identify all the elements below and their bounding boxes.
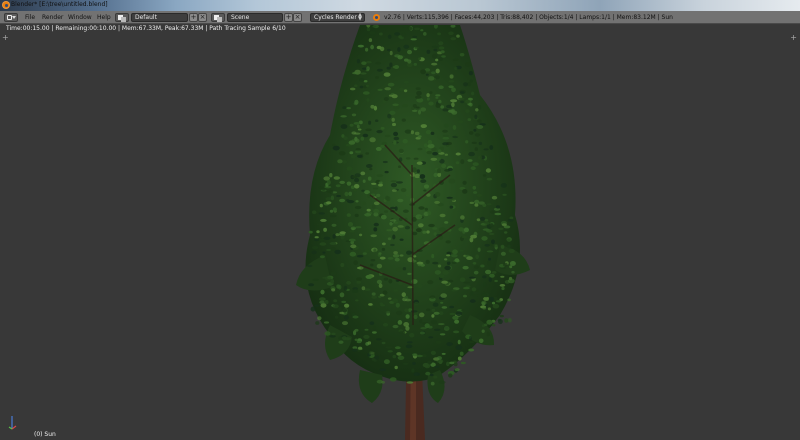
axis-gizmo-icon bbox=[8, 416, 17, 430]
remove-scene-button[interactable]: × bbox=[293, 13, 302, 22]
tree-render bbox=[296, 25, 530, 440]
blender-logo-icon bbox=[373, 14, 380, 21]
render-engine-dropdown[interactable]: Cycles Render ▲ ▼ bbox=[310, 13, 365, 22]
blender-app-icon bbox=[2, 1, 10, 9]
scene-field[interactable]: Scene bbox=[227, 13, 283, 22]
scene-icon[interactable] bbox=[211, 13, 225, 22]
screen-layout-icon[interactable] bbox=[115, 13, 129, 22]
editor-type-button[interactable] bbox=[4, 13, 18, 22]
add-screen-button[interactable]: + bbox=[189, 13, 198, 22]
window-title: Blender* [E:\tree\untitled.blend] bbox=[11, 1, 108, 8]
menu-file[interactable]: File bbox=[25, 14, 35, 21]
scene-statistics: v2.76 | Verts:115,396 | Faces:44,203 | T… bbox=[384, 14, 673, 21]
window-title-bar: Blender* [E:\tree\untitled.blend] bbox=[0, 0, 800, 11]
render-engine-label: Cycles Render bbox=[314, 14, 357, 21]
remove-screen-button[interactable]: × bbox=[198, 13, 207, 22]
render-progress-info: Time:00:15.00 | Remaining:00:10.00 | Mem… bbox=[6, 25, 286, 32]
3d-viewport[interactable]: Time:00:15.00 | Remaining:00:10.00 | Mem… bbox=[0, 25, 800, 440]
active-object-label: (0) Sun bbox=[34, 431, 56, 438]
properties-toggle-icon[interactable]: + bbox=[790, 34, 797, 42]
chevron-down-icon bbox=[12, 16, 16, 19]
updown-arrows-icon: ▲ ▼ bbox=[358, 12, 362, 22]
menu-help[interactable]: Help bbox=[97, 14, 111, 21]
menu-render[interactable]: Render bbox=[42, 14, 63, 21]
screen-layout-field[interactable]: Default bbox=[131, 13, 188, 22]
tool-shelf-toggle-icon[interactable]: + bbox=[2, 34, 9, 42]
add-scene-button[interactable]: + bbox=[284, 13, 293, 22]
menu-window[interactable]: Window bbox=[68, 14, 92, 21]
info-header: File Render Window Help Default + × Scen… bbox=[0, 11, 800, 24]
tree-branch-bottom-left bbox=[358, 370, 383, 403]
